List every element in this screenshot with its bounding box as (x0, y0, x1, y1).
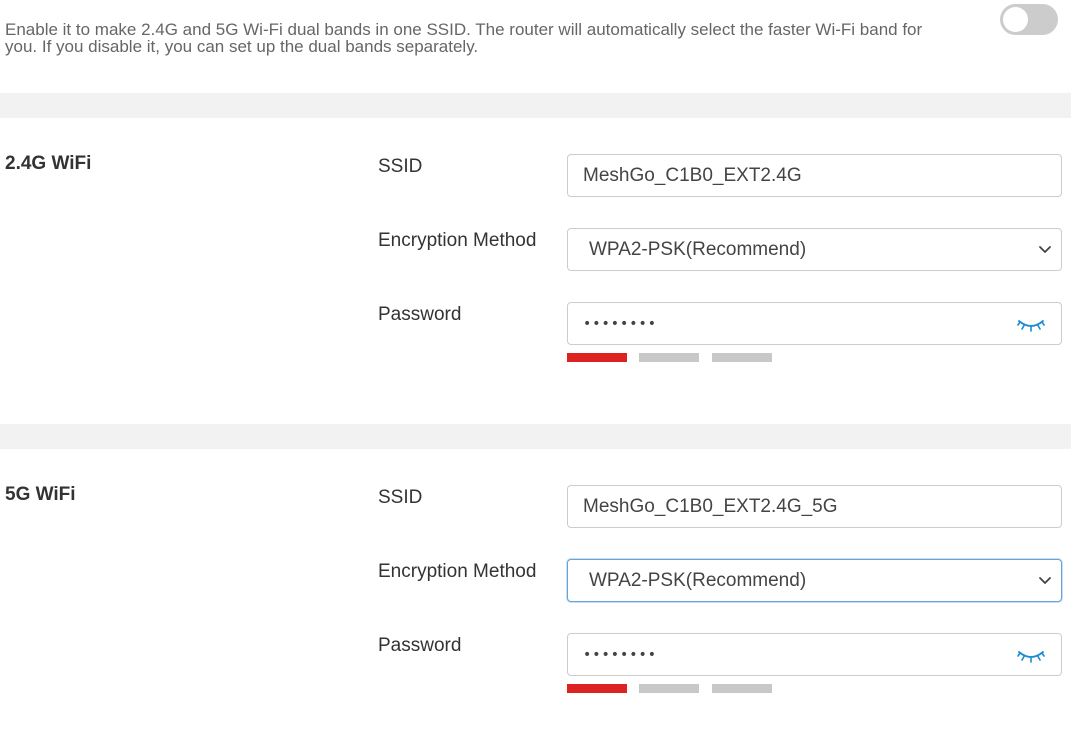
strength-segment (567, 684, 627, 693)
ssid-value: MeshGo_C1B0_EXT2.4G (583, 164, 802, 186)
password-input-5g[interactable]: •••••••• (567, 633, 1062, 676)
wifi-24g-section: 2.4G WiFi SSID MeshGo_C1B0_EXT2.4G Encry… (0, 118, 1071, 424)
eye-closed-icon[interactable] (1017, 648, 1045, 664)
strength-segment (567, 353, 627, 362)
encryption-method-value: WPA2-PSK(Recommend) (589, 238, 807, 260)
strength-segment (639, 353, 699, 362)
eye-closed-icon[interactable] (1017, 317, 1045, 333)
encryption-method-label: Encryption Method (378, 561, 537, 582)
smart-connect-description: Enable it to make 2.4G and 5G Wi-Fi dual… (5, 20, 923, 56)
ssid-label: SSID (378, 487, 423, 508)
toggle-knob (1003, 7, 1028, 32)
section-divider (0, 93, 1071, 118)
encryption-method-label: Encryption Method (378, 230, 537, 251)
ssid-input-24g[interactable]: MeshGo_C1B0_EXT2.4G (567, 154, 1062, 197)
encryption-method-select-24g[interactable]: WPA2-PSK(Recommend) (567, 228, 1062, 271)
ssid-input-5g[interactable]: MeshGo_C1B0_EXT2.4G_5G (567, 485, 1062, 528)
section-title-5g: 5G WiFi (5, 484, 76, 505)
wifi-5g-section: 5G WiFi SSID MeshGo_C1B0_EXT2.4G_5G Encr… (0, 449, 1071, 729)
ssid-value: MeshGo_C1B0_EXT2.4G_5G (583, 495, 838, 517)
password-input-24g[interactable]: •••••••• (567, 302, 1062, 345)
strength-segment (712, 353, 772, 362)
password-value: •••••••• (583, 646, 658, 663)
chevron-down-icon (1039, 246, 1051, 253)
password-label: Password (378, 304, 462, 325)
ssid-label: SSID (378, 156, 423, 177)
password-strength-meter (567, 684, 777, 693)
strength-segment (712, 684, 772, 693)
smart-connect-toggle[interactable] (1000, 4, 1058, 35)
password-label: Password (378, 635, 462, 656)
section-divider (0, 424, 1071, 449)
section-title-24g: 2.4G WiFi (5, 153, 92, 174)
password-value: •••••••• (583, 315, 658, 332)
chevron-down-icon (1039, 577, 1051, 584)
strength-segment (639, 684, 699, 693)
smart-connect-row: Enable it to make 2.4G and 5G Wi-Fi dual… (0, 0, 1071, 93)
encryption-method-select-5g[interactable]: WPA2-PSK(Recommend) (567, 559, 1062, 602)
encryption-method-value: WPA2-PSK(Recommend) (589, 569, 807, 591)
password-strength-meter (567, 353, 777, 362)
